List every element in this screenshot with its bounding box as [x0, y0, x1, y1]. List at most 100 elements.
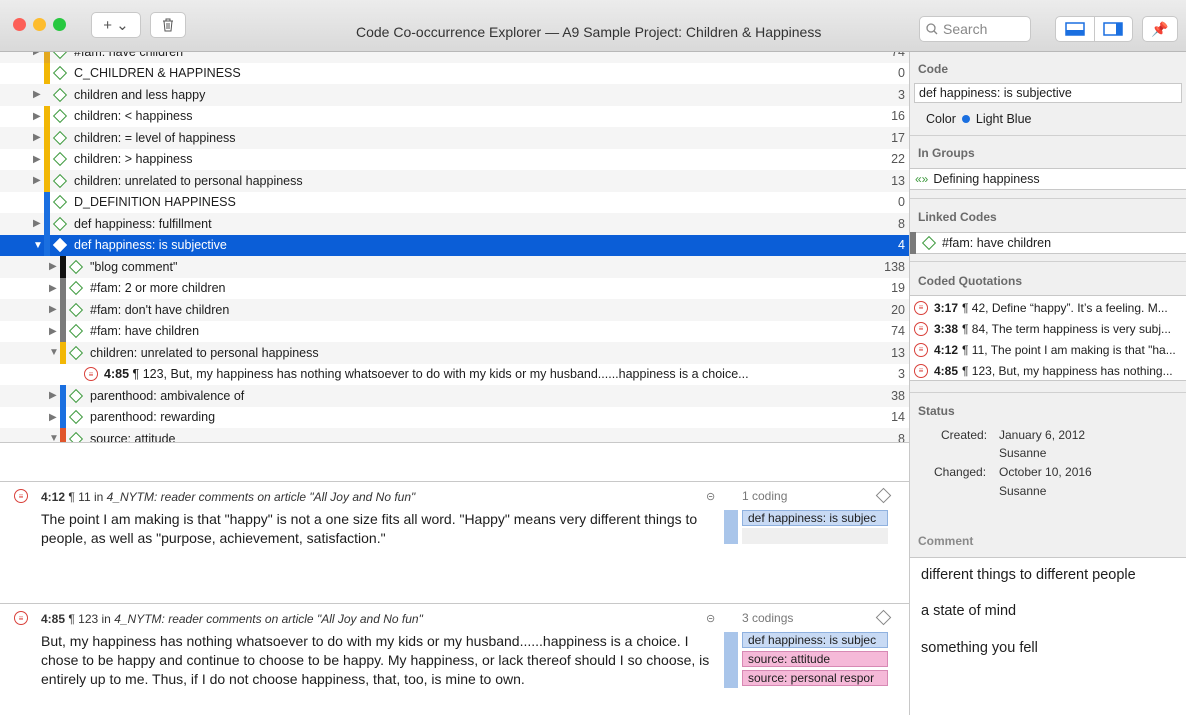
code-row[interactable]: ▶ #fam: don't have children 20 — [0, 299, 909, 321]
code-row[interactable]: ▶ children: < happiness 16 — [0, 105, 909, 127]
color-row[interactable]: Color Light Blue — [926, 112, 1031, 126]
side-panel-toggle[interactable] — [1095, 17, 1133, 41]
code-tag[interactable]: def happiness: is subjec — [742, 632, 888, 648]
disclosure-collapsed-icon[interactable]: ▶ — [49, 283, 59, 294]
code-label: source: attitude — [90, 431, 176, 442]
linked-code-label: #fam: have children — [942, 236, 1052, 250]
quotation-id: 4:85 — [41, 612, 66, 626]
code-row[interactable]: ▶ children: = level of happiness 17 — [0, 127, 909, 149]
coded-quotation-item[interactable]: ≡ 3:17 ¶ 42, Define “happy”. It’s a feelin… — [910, 297, 1186, 318]
code-row[interactable]: ▼ source: attitude 8 — [0, 428, 909, 442]
code-row[interactable]: D_DEFINITION HAPPINESS 0 — [0, 191, 909, 213]
code-row[interactable]: ▶ "blog comment" 138 — [0, 256, 909, 278]
disclosure-expanded-icon[interactable]: ▼ — [49, 347, 59, 358]
quotation-row[interactable]: ≡ 4:85 ¶ 123, But, my happiness has nothi… — [0, 364, 909, 386]
disclosure-collapsed-icon[interactable]: ▶ — [33, 175, 43, 186]
group-label: Defining happiness — [933, 172, 1040, 186]
go-to-quotation-icon[interactable]: ⊝ — [706, 490, 715, 503]
code-icon — [52, 173, 68, 188]
quotation-id: 4:12 — [934, 342, 959, 357]
search-field[interactable]: Search — [919, 16, 1031, 42]
code-label: children: unrelated to personal happines… — [90, 345, 319, 360]
color-value: Light Blue — [975, 112, 1032, 126]
add-code-icon[interactable] — [875, 487, 892, 504]
quotation-header: 4:85 ¶ 123 in 4_NYTM: reader comments on… — [41, 612, 423, 626]
occurrence-count: 14 — [891, 410, 905, 425]
bottom-panel-toggle[interactable] — [1056, 17, 1095, 41]
code-color-bar — [44, 127, 50, 149]
coded-quotation-item[interactable]: ≡ 4:85 ¶ 123, But, my happiness has nothin… — [910, 360, 1186, 381]
disclosure-collapsed-icon[interactable]: ▶ — [49, 304, 59, 315]
code-name-field[interactable]: def happiness: is subjective — [914, 83, 1182, 103]
changed-by: Susanne — [999, 484, 1047, 498]
occurrence-count: 74 — [891, 52, 905, 59]
occurrence-count: 0 — [898, 195, 905, 210]
comment-editor[interactable]: different things to different people a s… — [910, 557, 1186, 715]
inspector-panel: Code def happiness: is subjective Color … — [909, 52, 1186, 715]
code-row[interactable]: C_CHILDREN & HAPPINESS 0 — [0, 62, 909, 84]
code-row[interactable]: ▶ #fam: have children 74 — [0, 320, 909, 342]
disclosure-collapsed-icon[interactable]: ▶ — [33, 111, 43, 122]
group-item[interactable]: «» Defining happiness — [910, 168, 1186, 190]
code-label: parenthood: rewarding — [90, 410, 216, 425]
code-tag[interactable]: source: attitude — [742, 651, 888, 667]
code-row[interactable]: ▶ #fam: 2 or more children 19 — [0, 277, 909, 299]
disclosure-collapsed-icon[interactable]: ▶ — [33, 52, 43, 57]
trash-icon — [163, 18, 173, 32]
go-to-quotation-icon[interactable]: ⊝ — [706, 612, 715, 625]
code-label: children: unrelated to personal happines… — [74, 173, 303, 188]
code-row[interactable]: ▶ children and less happy 3 — [0, 84, 909, 106]
occurrence-count: 4 — [898, 238, 905, 253]
created-label: Created: — [941, 428, 988, 442]
empty-area — [0, 443, 909, 481]
pin-button[interactable]: 📌 — [1142, 16, 1178, 42]
code-icon — [68, 302, 84, 317]
disclosure-collapsed-icon[interactable]: ▶ — [49, 326, 59, 337]
code-row[interactable]: ▶ children: unrelated to personal happine… — [0, 170, 909, 192]
quotation-document[interactable]: 4_NYTM: reader comments on article "All … — [114, 612, 423, 626]
code-row[interactable]: ▼ children: unrelated to personal happine… — [0, 342, 909, 364]
code-label: #fam: have children — [74, 52, 183, 59]
linked-code-item[interactable]: #fam: have children — [910, 232, 1186, 254]
code-label: children: < happiness — [74, 109, 193, 124]
add-menu-button[interactable]: + ⌄ — [91, 12, 141, 38]
code-row[interactable]: ▼ def happiness: is subjective 4 — [0, 234, 909, 256]
disclosure-collapsed-icon[interactable]: ▶ — [49, 412, 59, 423]
disclosure-expanded-icon[interactable]: ▼ — [33, 240, 43, 251]
close-window-button[interactable] — [13, 18, 26, 31]
code-tag[interactable]: def happiness: is subjec — [742, 510, 888, 526]
add-code-icon[interactable] — [875, 609, 892, 626]
comment-section-header: Comment — [918, 534, 974, 548]
code-color-bar — [44, 62, 50, 84]
disclosure-collapsed-icon[interactable]: ▶ — [33, 89, 43, 100]
disclosure-collapsed-icon[interactable]: ▶ — [33, 154, 43, 165]
code-row[interactable]: ▶ children: > happiness 22 — [0, 148, 909, 170]
quotation-id: 3:17 — [934, 300, 959, 315]
coded-quotation-item[interactable]: ≡ 3:38 ¶ 84, The term happiness is very su… — [910, 318, 1186, 339]
code-color-bar — [44, 191, 50, 213]
side-panel-icon — [1103, 22, 1123, 36]
coded-quotation-item[interactable]: ≡ 4:12 ¶ 11, The point I am making is that… — [910, 339, 1186, 360]
minimize-window-button[interactable] — [33, 18, 46, 31]
quotation-excerpt: ¶ 123, But, my happiness has nothing... — [962, 363, 1173, 378]
disclosure-collapsed-icon[interactable]: ▶ — [49, 261, 59, 272]
disclosure-collapsed-icon[interactable]: ▶ — [33, 218, 43, 229]
quotation-document[interactable]: 4_NYTM: reader comments on article "All … — [107, 490, 416, 504]
disclosure-collapsed-icon[interactable]: ▶ — [49, 390, 59, 401]
quotation-excerpt: ¶ 42, Define “happy”. It’s a feeling. M.… — [962, 300, 1168, 315]
occurrence-count: 16 — [891, 109, 905, 124]
code-label: D_DEFINITION HAPPINESS — [74, 195, 236, 210]
code-row[interactable]: ▶ parenthood: rewarding 14 — [0, 406, 909, 428]
code-icon — [52, 237, 68, 253]
code-row[interactable]: ▶ parenthood: ambivalence of 38 — [0, 385, 909, 407]
code-row[interactable]: ▶ def happiness: fulfillment 8 — [0, 213, 909, 235]
disclosure-expanded-icon[interactable]: ▼ — [49, 433, 59, 442]
code-tag[interactable]: source: personal respor — [742, 670, 888, 686]
delete-button[interactable] — [150, 12, 186, 38]
disclosure-collapsed-icon[interactable]: ▶ — [33, 132, 43, 143]
quotation-icon: ≡ — [914, 300, 928, 315]
zoom-window-button[interactable] — [53, 18, 66, 31]
coding-bar — [724, 510, 738, 544]
occurrence-count: 3 — [898, 87, 905, 102]
code-row[interactable]: ▶ #fam: have children 74 — [0, 52, 909, 63]
